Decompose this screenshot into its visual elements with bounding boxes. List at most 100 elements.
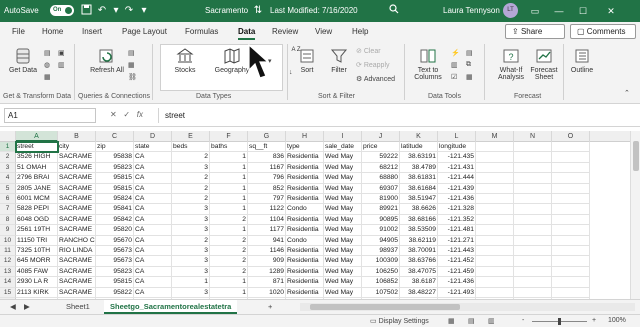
cell-d5[interactable]: CA bbox=[134, 183, 172, 194]
cell-n7[interactable] bbox=[514, 204, 552, 215]
cell-g2[interactable]: 836 bbox=[248, 152, 286, 163]
cell-d9[interactable]: CA bbox=[134, 225, 172, 236]
cell-l2[interactable]: -121.435 bbox=[438, 152, 476, 163]
collapse-ribbon-icon[interactable]: ⌃ bbox=[624, 89, 630, 97]
cell-k15[interactable]: 38.48227 bbox=[400, 287, 438, 298]
cell-m1[interactable] bbox=[476, 142, 514, 153]
remove-duplicates-icon[interactable]: ▥ bbox=[451, 61, 458, 69]
cell-d11[interactable]: CA bbox=[134, 246, 172, 257]
cell-i8[interactable]: Wed May bbox=[324, 214, 362, 226]
cell-l15[interactable]: -121.493 bbox=[438, 287, 476, 298]
cell-l4[interactable]: -121.444 bbox=[438, 173, 476, 184]
cell-c13[interactable]: 95823 bbox=[96, 266, 134, 278]
cell-m10[interactable] bbox=[476, 235, 514, 246]
row-header-7[interactable]: 7 bbox=[0, 204, 16, 215]
cell-o3[interactable] bbox=[552, 162, 590, 174]
cell-g7[interactable]: 1122 bbox=[248, 204, 286, 215]
sheet-tab-sheetgo[interactable]: Sheetgo_Sacramentorealestatetra bbox=[104, 300, 238, 314]
cell-e3[interactable]: 3 bbox=[172, 162, 210, 174]
cell-e9[interactable]: 3 bbox=[172, 225, 210, 236]
cell-d1[interactable]: state bbox=[134, 142, 172, 153]
cell-h12[interactable]: Residentia bbox=[286, 256, 324, 267]
cell-d6[interactable]: CA bbox=[134, 194, 172, 205]
cell-n6[interactable] bbox=[514, 194, 552, 205]
column-header-m[interactable]: M bbox=[476, 131, 514, 142]
cancel-icon[interactable]: ✕ bbox=[110, 110, 117, 119]
cell-m4[interactable] bbox=[476, 173, 514, 184]
column-header-l[interactable]: L bbox=[438, 131, 476, 142]
cell-n10[interactable] bbox=[514, 235, 552, 246]
cell-d12[interactable]: CA bbox=[134, 256, 172, 267]
cell-f5[interactable]: 1 bbox=[210, 183, 248, 194]
cell-a10[interactable]: 11150 TRI bbox=[16, 235, 58, 246]
cell-m9[interactable] bbox=[476, 225, 514, 236]
row-header-4[interactable]: 4 bbox=[0, 173, 16, 184]
cell-i10[interactable]: Wed May bbox=[324, 235, 362, 246]
cell-i14[interactable]: Wed May bbox=[324, 277, 362, 288]
clear-filter-button[interactable]: ⊘ Clear bbox=[356, 47, 381, 55]
cell-o14[interactable] bbox=[552, 277, 590, 288]
cell-h15[interactable]: Residentia bbox=[286, 287, 324, 298]
row-header-3[interactable]: 3 bbox=[0, 162, 16, 174]
cell-l3[interactable]: -121.431 bbox=[438, 162, 476, 174]
tab-home[interactable]: Home bbox=[42, 27, 63, 36]
cell-h10[interactable]: Condo bbox=[286, 235, 324, 246]
redo-icon[interactable]: ↷ bbox=[123, 4, 135, 17]
cell-h4[interactable]: Residentia bbox=[286, 173, 324, 184]
edit-links-icon[interactable]: ⛓ bbox=[128, 73, 137, 81]
undo-icon[interactable]: ↶ bbox=[96, 4, 108, 17]
cell-j4[interactable]: 68880 bbox=[362, 173, 400, 184]
tab-page-layout[interactable]: Page Layout bbox=[122, 27, 167, 36]
cell-b6[interactable]: SACRAME bbox=[58, 194, 96, 205]
cell-i2[interactable]: Wed May bbox=[324, 152, 362, 163]
cell-n11[interactable] bbox=[514, 246, 552, 257]
cell-e4[interactable]: 2 bbox=[172, 173, 210, 184]
cell-o4[interactable] bbox=[552, 173, 590, 184]
from-text-icon[interactable]: ▤ bbox=[44, 49, 51, 57]
page-break-view-icon[interactable]: ▥ bbox=[488, 317, 495, 325]
cell-c4[interactable]: 95815 bbox=[96, 173, 134, 184]
advanced-button[interactable]: ⚙ Advanced bbox=[356, 75, 395, 83]
cell-o13[interactable] bbox=[552, 266, 590, 278]
cell-b12[interactable]: SACRAME bbox=[58, 256, 96, 267]
search-icon[interactable] bbox=[388, 4, 400, 17]
cell-b11[interactable]: RIO LINDA bbox=[58, 246, 96, 257]
cell-h9[interactable]: Residentia bbox=[286, 225, 324, 236]
row-header-9[interactable]: 9 bbox=[0, 225, 16, 236]
cell-l13[interactable]: -121.459 bbox=[438, 266, 476, 278]
cell-n13[interactable] bbox=[514, 266, 552, 278]
cell-a13[interactable]: 4085 FAW bbox=[16, 266, 58, 278]
cell-i5[interactable]: Wed May bbox=[324, 183, 362, 194]
cell-d8[interactable]: CA bbox=[134, 214, 172, 226]
outline-button[interactable]: Outline bbox=[566, 47, 598, 74]
cell-g9[interactable]: 1177 bbox=[248, 225, 286, 236]
row-header-10[interactable]: 10 bbox=[0, 235, 16, 246]
cell-k8[interactable]: 38.68166 bbox=[400, 214, 438, 226]
cell-j12[interactable]: 100309 bbox=[362, 256, 400, 267]
cell-o15[interactable] bbox=[552, 287, 590, 298]
cell-o12[interactable] bbox=[552, 256, 590, 267]
row-header-11[interactable]: 11 bbox=[0, 246, 16, 257]
cell-a4[interactable]: 2796 BRAI bbox=[16, 173, 58, 184]
tab-data[interactable]: Data bbox=[238, 27, 256, 40]
cell-d13[interactable]: CA bbox=[134, 266, 172, 278]
cell-n1[interactable] bbox=[514, 142, 552, 153]
cell-e13[interactable]: 3 bbox=[172, 266, 210, 278]
cell-c7[interactable]: 95841 bbox=[96, 204, 134, 215]
customize-toolbar-icon[interactable]: ▾ bbox=[138, 4, 150, 17]
cell-f1[interactable]: baths bbox=[210, 142, 248, 153]
cell-d3[interactable]: CA bbox=[134, 162, 172, 174]
cell-c10[interactable]: 95670 bbox=[96, 235, 134, 246]
cell-h8[interactable]: Residentia bbox=[286, 214, 324, 226]
cell-n14[interactable] bbox=[514, 277, 552, 288]
cell-i6[interactable]: Wed May bbox=[324, 194, 362, 205]
cell-a2[interactable]: 3526 HIGH bbox=[16, 152, 58, 163]
sort-button[interactable]: Sort bbox=[295, 47, 319, 74]
cell-i12[interactable]: Wed May bbox=[324, 256, 362, 267]
cell-j3[interactable]: 68212 bbox=[362, 162, 400, 174]
cell-j1[interactable]: price bbox=[362, 142, 400, 153]
cell-k1[interactable]: latitude bbox=[400, 142, 438, 153]
cell-c14[interactable]: 95815 bbox=[96, 277, 134, 288]
cell-f15[interactable]: 1 bbox=[210, 287, 248, 298]
cell-c9[interactable]: 95820 bbox=[96, 225, 134, 236]
